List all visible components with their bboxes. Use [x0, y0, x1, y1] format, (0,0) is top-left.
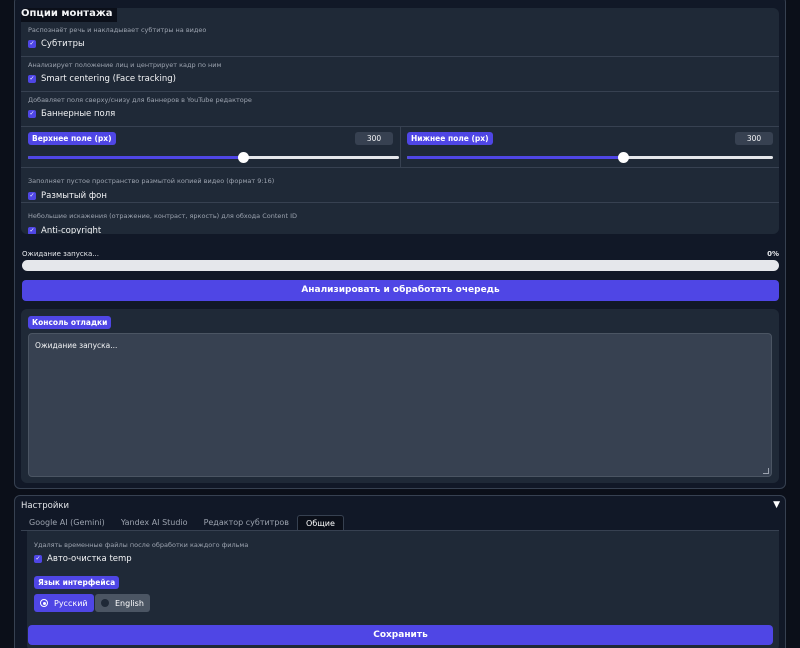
subtitles-desc: Распознаёт речь и накладывает субтитры н… [28, 26, 207, 34]
montage-options-panel: Опции монтажа Распознаёт речь и накладыв… [21, 8, 779, 234]
tab-google-ai[interactable]: Google AI (Gemini) [21, 515, 113, 531]
check-icon[interactable]: ✓ [28, 192, 36, 200]
collapse-triangle-icon[interactable]: ▼ [773, 500, 780, 510]
bottom-field-slider[interactable] [407, 152, 773, 163]
smart-centering-checkbox-row[interactable]: ✓ Smart centering (Face tracking) [28, 74, 176, 84]
anti-copyright-desc: Небольшие искажения (отражение, контраст… [28, 212, 298, 220]
settings-title[interactable]: Настройки [21, 501, 69, 511]
top-field-slider-fill [28, 156, 244, 159]
language-option-english[interactable]: English [95, 594, 150, 612]
auto-clean-desc: Удалять временные файлы после обработки … [34, 541, 249, 549]
blur-bg-checkbox-row[interactable]: ✓ Размытый фон [28, 191, 107, 201]
smart-centering-option: Анализирует положение лиц и центрирует к… [21, 57, 779, 92]
debug-console-panel: Консоль отладки Ожидание запуска... [21, 309, 779, 483]
top-field-slider-group: Верхнее поле (px) 300 [28, 127, 399, 168]
banner-fields-option: Добавляет поля сверху/снизу для баннеров… [21, 92, 779, 127]
subtitles-checkbox-row[interactable]: ✓ Субтитры [28, 39, 85, 49]
bottom-field-value[interactable]: 300 [735, 132, 773, 145]
language-option-russian[interactable]: Русский [34, 594, 94, 612]
top-field-slider-thumb[interactable] [238, 152, 250, 163]
smart-centering-label: Smart centering (Face tracking) [41, 74, 176, 84]
top-field-value[interactable]: 300 [355, 132, 393, 145]
radio-selected-icon[interactable] [40, 599, 48, 607]
progress-percent: 0% [767, 250, 779, 258]
tab-subtitle-editor[interactable]: Редактор субтитров [196, 515, 297, 531]
progress-bar [22, 260, 779, 271]
debug-console-textarea[interactable]: Ожидание запуска... [28, 333, 772, 477]
settings-tabs: Google AI (Gemini) Yandex AI Studio Реда… [21, 515, 344, 531]
slider-divider [400, 127, 401, 168]
subtitles-option: Распознаёт речь и накладывает субтитры н… [21, 22, 779, 57]
auto-clean-checkbox-row[interactable]: ✓ Авто-очистка temp [34, 554, 132, 564]
smart-centering-desc: Анализирует положение лиц и центрирует к… [28, 61, 222, 69]
banner-sliders-row: Верхнее поле (px) 300 Нижнее поле (px) 3… [21, 127, 779, 168]
check-icon[interactable]: ✓ [28, 75, 36, 83]
bottom-field-slider-fill [407, 156, 623, 159]
check-icon[interactable]: ✓ [34, 555, 42, 563]
top-field-label: Верхнее поле (px) [28, 132, 116, 145]
subtitles-label: Субтитры [41, 39, 85, 49]
top-field-slider[interactable] [28, 152, 399, 163]
analyze-process-button[interactable]: Анализировать и обработать очередь [22, 280, 779, 301]
banner-fields-label: Баннерные поля [41, 109, 116, 119]
check-icon[interactable]: ✓ [28, 227, 36, 234]
bottom-field-label: Нижнее поле (px) [407, 132, 493, 145]
blur-bg-option: Заполняет пустое пространство размытой к… [21, 168, 779, 203]
anti-copyright-checkbox-row[interactable]: ✓ Anti-copyright [28, 226, 101, 234]
auto-clean-label: Авто-очистка temp [47, 554, 132, 564]
tab-yandex-ai[interactable]: Yandex AI Studio [113, 515, 196, 531]
check-icon[interactable]: ✓ [28, 40, 36, 48]
tab-general[interactable]: Общие [297, 515, 344, 531]
resize-grip-icon[interactable] [763, 468, 769, 474]
montage-options-title: Опции монтажа [21, 8, 117, 22]
language-option-label: Русский [54, 598, 88, 608]
check-icon[interactable]: ✓ [28, 110, 36, 118]
debug-console-text: Ожидание запуска... [35, 341, 118, 350]
blur-bg-desc: Заполняет пустое пространство размытой к… [28, 177, 275, 185]
language-option-label: English [115, 598, 144, 608]
anti-copyright-label: Anti-copyright [41, 226, 102, 234]
banner-fields-desc: Добавляет поля сверху/снизу для баннеров… [28, 96, 252, 104]
save-button[interactable]: Сохранить [28, 625, 773, 645]
debug-console-label: Консоль отладки [28, 316, 112, 329]
progress-status: Ожидание запуска... [22, 250, 99, 258]
anti-copyright-option: Небольшие искажения (отражение, контраст… [21, 203, 779, 234]
bottom-field-slider-group: Нижнее поле (px) 300 [407, 127, 773, 168]
blur-bg-label: Размытый фон [41, 191, 107, 201]
bottom-field-slider-thumb[interactable] [617, 152, 629, 163]
radio-unselected-icon[interactable] [101, 599, 109, 607]
language-label: Язык интерфейса [34, 576, 120, 589]
banner-fields-checkbox-row[interactable]: ✓ Баннерные поля [28, 109, 115, 119]
